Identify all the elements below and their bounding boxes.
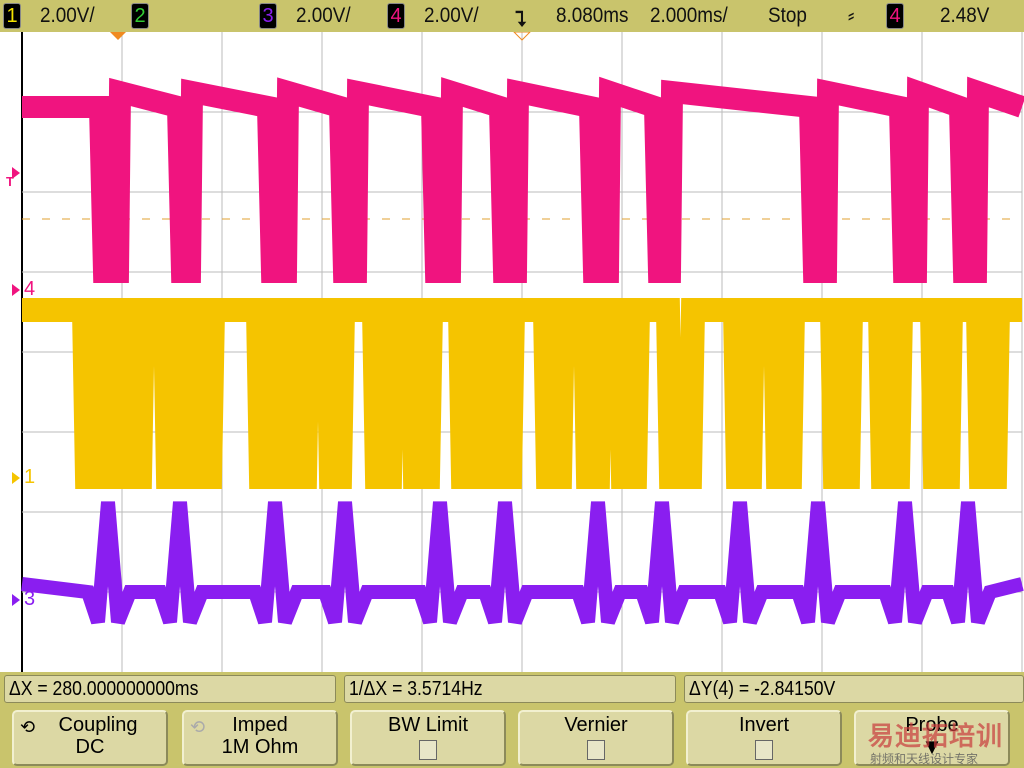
softkey-label: Invert bbox=[738, 714, 790, 736]
watermark-logo: 易迪拓培训 bbox=[868, 721, 1004, 751]
channel-1-badge[interactable]: 1 bbox=[3, 3, 21, 29]
timebase: 2.000ms/ bbox=[650, 4, 728, 27]
trigger-source-badge[interactable]: 4 bbox=[886, 3, 904, 29]
bw-limit-checkbox[interactable] bbox=[419, 740, 437, 760]
waveform-display[interactable]: T 4 1 3 bbox=[0, 31, 1024, 672]
rising-edge-icon: ⸗ bbox=[848, 4, 855, 27]
channel-1-ground-marker[interactable]: 1 bbox=[24, 466, 35, 489]
channel-1-trace bbox=[22, 298, 1022, 489]
waveform-area bbox=[12, 31, 1024, 672]
run-state: Stop bbox=[768, 4, 807, 27]
vernier-checkbox[interactable] bbox=[587, 740, 605, 760]
channel-4-trace bbox=[22, 76, 1024, 283]
vernier-softkey[interactable]: Vernier bbox=[518, 710, 674, 766]
softkey-label: BW Limit bbox=[388, 714, 468, 736]
rotate-knob-icon: ⟲ bbox=[20, 717, 36, 737]
softkey-value: 1M Ohm bbox=[221, 736, 299, 758]
ground-marker-arrow bbox=[12, 472, 20, 484]
trigger-level: 2.48V bbox=[940, 4, 990, 27]
softkey-label: Vernier bbox=[564, 714, 628, 736]
delay-icon: ⮧ bbox=[515, 8, 527, 31]
channel-3-badge[interactable]: 3 bbox=[259, 3, 277, 29]
inverse-delta-x-readout: 1/ΔX = 3.5714Hz bbox=[344, 675, 676, 703]
softkey-label: Imped bbox=[232, 714, 288, 736]
softkey-value: DC bbox=[75, 736, 105, 758]
imped-softkey[interactable]: ⟲ Imped 1M Ohm bbox=[182, 710, 338, 766]
status-bar: 1 2.00V/ 2 3 2.00V/ 4 2.00V/ ⮧ 8.080ms 2… bbox=[0, 0, 1024, 32]
cursor-marker bbox=[110, 32, 126, 40]
softkey-label: Coupling bbox=[58, 714, 138, 736]
horizontal-delay: 8.080ms bbox=[556, 4, 629, 27]
invert-checkbox[interactable] bbox=[755, 740, 773, 760]
channel-3-ground-marker[interactable]: 3 bbox=[24, 588, 35, 611]
bw-limit-softkey[interactable]: BW Limit bbox=[350, 710, 506, 766]
watermark-subtitle: 射频和天线设计专家 bbox=[870, 752, 979, 766]
channel-3-scale: 2.00V/ bbox=[296, 4, 351, 27]
channel-1-scale: 2.00V/ bbox=[40, 4, 95, 27]
delta-x-readout: ΔX = 280.000000000ms bbox=[4, 675, 336, 703]
rotate-knob-icon: ⟲ bbox=[190, 717, 206, 737]
channel-2-badge[interactable]: 2 bbox=[131, 3, 149, 29]
channel-4-badge[interactable]: 4 bbox=[387, 3, 405, 29]
ground-marker-arrow bbox=[12, 594, 20, 606]
channel-4-scale: 2.00V/ bbox=[424, 4, 479, 27]
trigger-level-marker[interactable]: T bbox=[6, 174, 14, 189]
delta-y-readout: ΔY(4) = -2.84150V bbox=[684, 675, 1024, 703]
channel-4-ground-marker[interactable]: 4 bbox=[24, 278, 35, 301]
invert-softkey[interactable]: Invert bbox=[686, 710, 842, 766]
coupling-softkey[interactable]: ⟲ Coupling DC bbox=[12, 710, 168, 766]
ground-marker-arrow bbox=[12, 284, 20, 296]
